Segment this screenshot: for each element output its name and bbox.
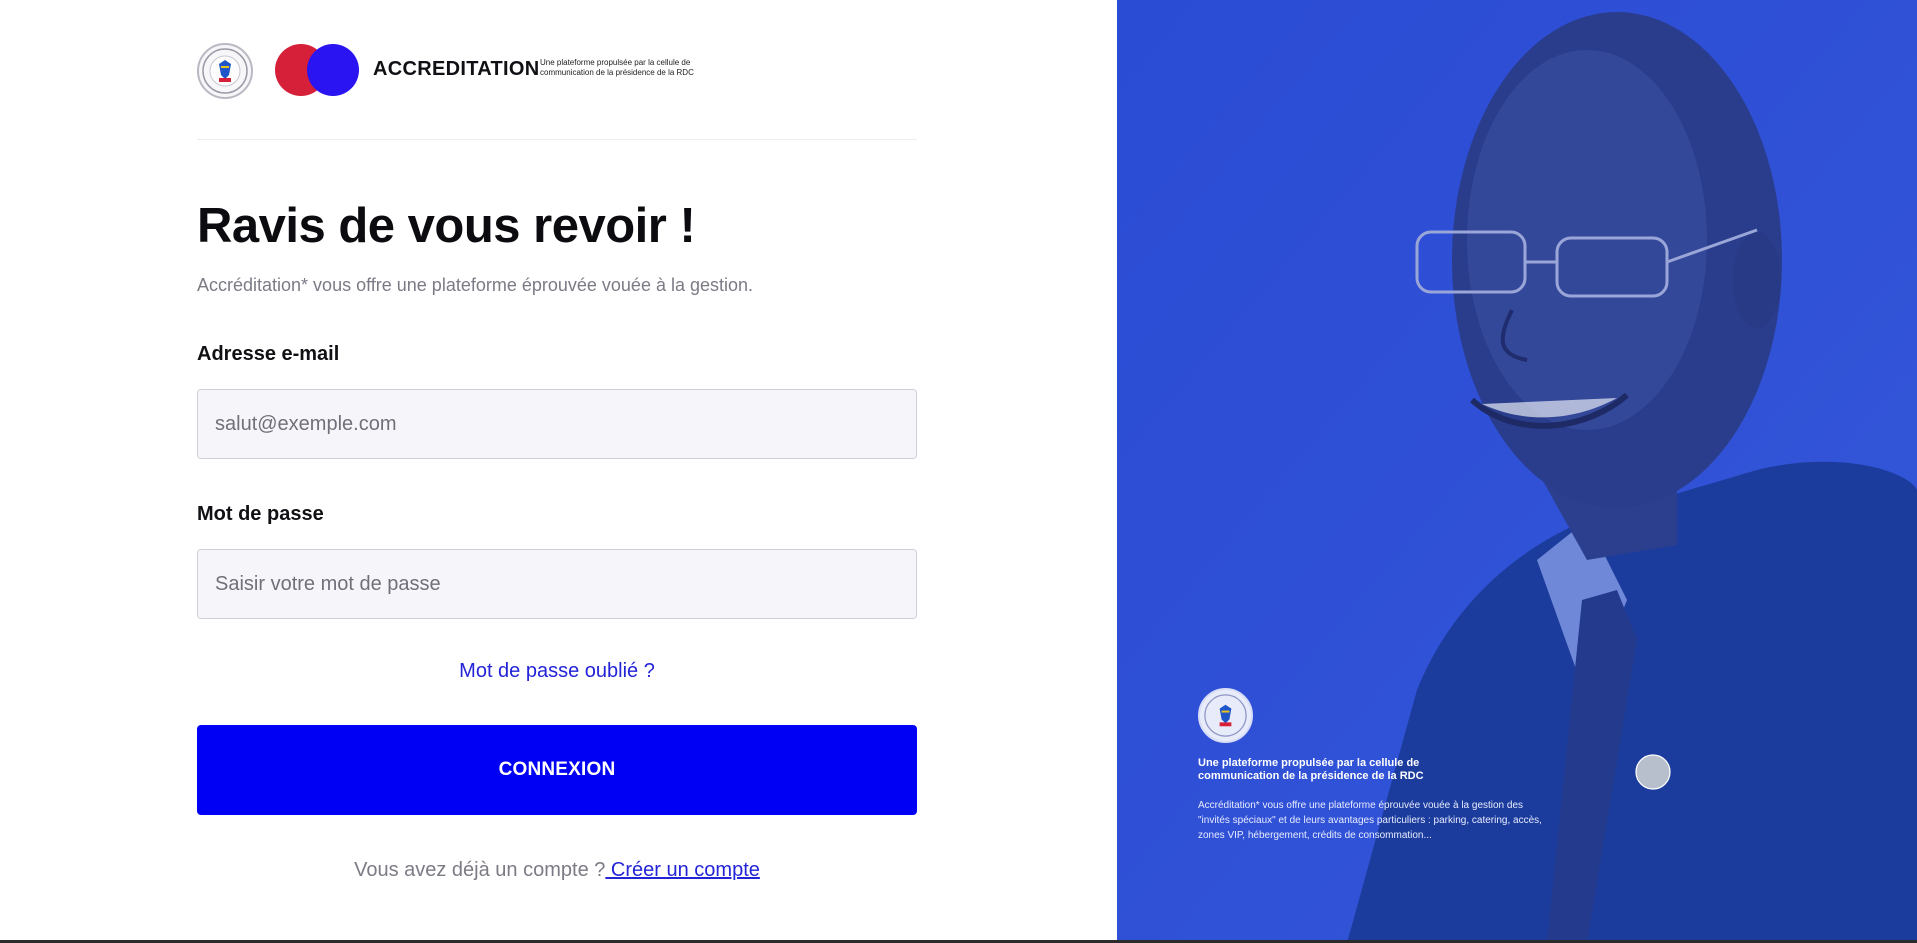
brand-name: ACCREDITATION: [373, 58, 540, 80]
create-account-link[interactable]: Créer un compte: [605, 859, 760, 881]
email-label: Adresse e-mail: [197, 343, 340, 365]
signup-prompt: Vous avez déjà un compte ?: [354, 859, 606, 881]
side-description: Accréditation* vous offre une plateforme…: [1198, 800, 1542, 841]
forgot-password-link[interactable]: Mot de passe oublié ?: [197, 660, 917, 683]
password-label: Mot de passe: [197, 503, 324, 525]
email-field[interactable]: [197, 389, 917, 459]
brand-logo: [275, 44, 359, 96]
signup-row: Vous avez déjà un compte ? Créer un comp…: [197, 859, 917, 882]
brand-logo-blue-circle: [307, 44, 359, 96]
password-field[interactable]: [197, 549, 917, 619]
hero-panel: Une plateforme propulsée par la cellule …: [1117, 0, 1917, 943]
presidency-seal-icon: [197, 43, 253, 99]
brand-tagline: Une plateforme propulsée par la cellule …: [540, 58, 694, 77]
page-subtitle: Accréditation* vous offre une plateforme…: [197, 275, 754, 295]
side-title: Une plateforme propulsée par la cellule …: [1198, 757, 1424, 782]
login-page: ACCREDITATION Une plateforme propulsée p…: [0, 0, 1917, 943]
header: ACCREDITATION Une plateforme propulsée p…: [197, 40, 917, 140]
side-seal-icon: [1198, 688, 1253, 743]
page-title: Ravis de vous revoir !: [197, 199, 696, 253]
login-button[interactable]: CONNEXION: [197, 725, 917, 815]
login-panel: ACCREDITATION Une plateforme propulsée p…: [0, 0, 1117, 943]
